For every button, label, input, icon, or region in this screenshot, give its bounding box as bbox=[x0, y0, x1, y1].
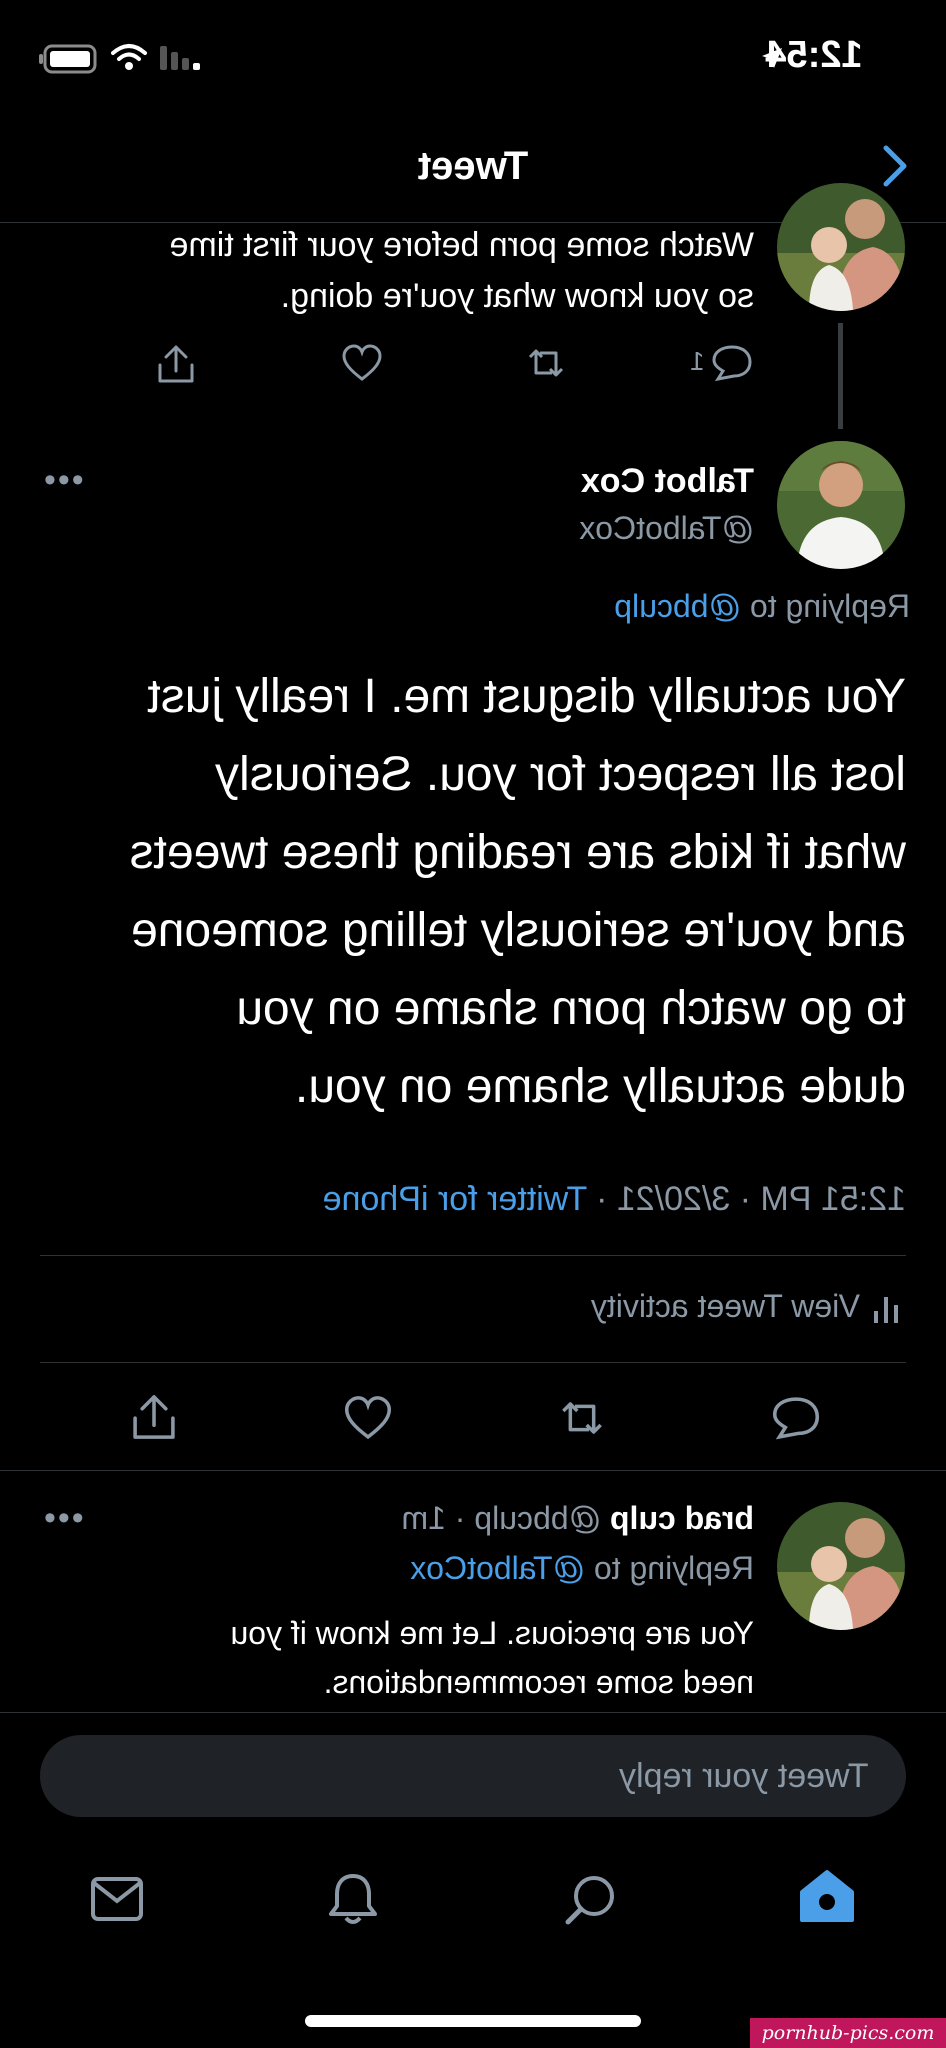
reply-icon[interactable] bbox=[770, 1394, 822, 1442]
reply-input[interactable]: Tweet your reply bbox=[40, 1735, 906, 1817]
tab-messages[interactable] bbox=[90, 1876, 144, 1922]
tab-notifications[interactable] bbox=[326, 1872, 380, 1928]
parent-tweet-text-line1: Watch some porn before your first time bbox=[169, 226, 754, 264]
share-icon[interactable] bbox=[128, 1392, 180, 1442]
avatar[interactable] bbox=[777, 441, 905, 569]
tweet-body-line: and you're seriously telling someone bbox=[131, 904, 906, 957]
tweet-body: You actually disgust me. I really just l… bbox=[40, 658, 906, 1126]
parent-tweet-text-line2: so you know what you're doing. bbox=[280, 277, 754, 315]
retweet-icon[interactable] bbox=[522, 343, 570, 383]
reply-count: 1 bbox=[690, 346, 705, 376]
wifi-icon bbox=[110, 42, 148, 77]
tab-search[interactable] bbox=[562, 1872, 618, 1928]
tweet-body-line: lost all respect for you. Seriously bbox=[215, 748, 906, 801]
back-chevron-icon[interactable] bbox=[880, 142, 912, 190]
view-tweet-activity[interactable]: View Tweet activity bbox=[520, 1288, 900, 1325]
replying-to-link[interactable]: @TalbotCox bbox=[410, 1550, 585, 1586]
like-icon[interactable] bbox=[340, 343, 384, 383]
reply-text-line2: need some recommendations. bbox=[323, 1664, 754, 1700]
tweet-body-line: You actually disgust me. I really just bbox=[147, 670, 906, 723]
divider bbox=[0, 1712, 946, 1713]
tweet-body-line: dude actually shame on you. bbox=[294, 1060, 906, 1113]
replying-prefix: Replying to bbox=[749, 588, 910, 624]
author-handle[interactable]: @TalbotCox bbox=[540, 510, 754, 547]
reply-replying-to-line: Replying to @TalbotCox bbox=[340, 1550, 754, 1587]
reply-text-line1: You are precious. Let me know if you bbox=[230, 1615, 754, 1651]
mail-icon bbox=[91, 1877, 143, 1921]
more-options-icon[interactable]: ••• bbox=[44, 463, 86, 497]
reply-icon[interactable] bbox=[710, 343, 754, 383]
retweet-icon[interactable] bbox=[554, 1394, 610, 1442]
replying-to-link[interactable]: @bbculp bbox=[614, 588, 741, 624]
share-icon[interactable] bbox=[154, 343, 198, 385]
analytics-icon bbox=[872, 1293, 900, 1325]
tweet-body-line: what if kids are reading these tweets bbox=[129, 826, 906, 879]
like-icon[interactable] bbox=[342, 1394, 394, 1442]
search-icon bbox=[565, 1876, 614, 1925]
bell-icon bbox=[329, 1874, 377, 1924]
location-arrow-icon bbox=[760, 46, 784, 75]
avatar[interactable] bbox=[777, 183, 905, 311]
replying-prefix: Replying to bbox=[593, 1550, 754, 1586]
replying-to-line: Replying to @bbculp bbox=[540, 588, 910, 625]
home-icon bbox=[800, 1870, 854, 1922]
header-title: Tweet bbox=[417, 144, 529, 188]
more-options-icon[interactable]: ••• bbox=[44, 1501, 86, 1535]
home-indicator[interactable] bbox=[305, 2015, 641, 2027]
reply-header: brad culp @bbculp · 1m bbox=[340, 1500, 754, 1537]
timestamp: 12:51 PM · 3/20/21 · bbox=[596, 1180, 906, 1218]
view-activity-label: View Tweet activity bbox=[590, 1288, 860, 1324]
divider bbox=[0, 1470, 946, 1471]
tweet-source-link[interactable]: Twitter for iPhone bbox=[323, 1180, 588, 1218]
battery-icon bbox=[38, 44, 98, 79]
cellular-signal-icon bbox=[158, 44, 206, 77]
author-name[interactable]: Talbot Cox bbox=[560, 462, 754, 501]
tweet-body-line: to go watch porn shame on you bbox=[236, 982, 906, 1035]
watermark: pornhub-pics.com bbox=[750, 2018, 946, 2048]
timestamp-line: 12:51 PM · 3/20/21 · Twitter for iPhone bbox=[250, 1180, 906, 1219]
tab-home[interactable] bbox=[798, 1868, 856, 1926]
thread-line bbox=[838, 323, 843, 429]
author-name[interactable]: brad culp bbox=[610, 1500, 754, 1536]
author-handle-time: @bbculp · 1m bbox=[401, 1500, 602, 1536]
avatar[interactable] bbox=[777, 1502, 905, 1630]
divider bbox=[40, 1255, 906, 1256]
divider bbox=[40, 1362, 906, 1363]
reply-placeholder: Tweet your reply bbox=[618, 1757, 868, 1795]
